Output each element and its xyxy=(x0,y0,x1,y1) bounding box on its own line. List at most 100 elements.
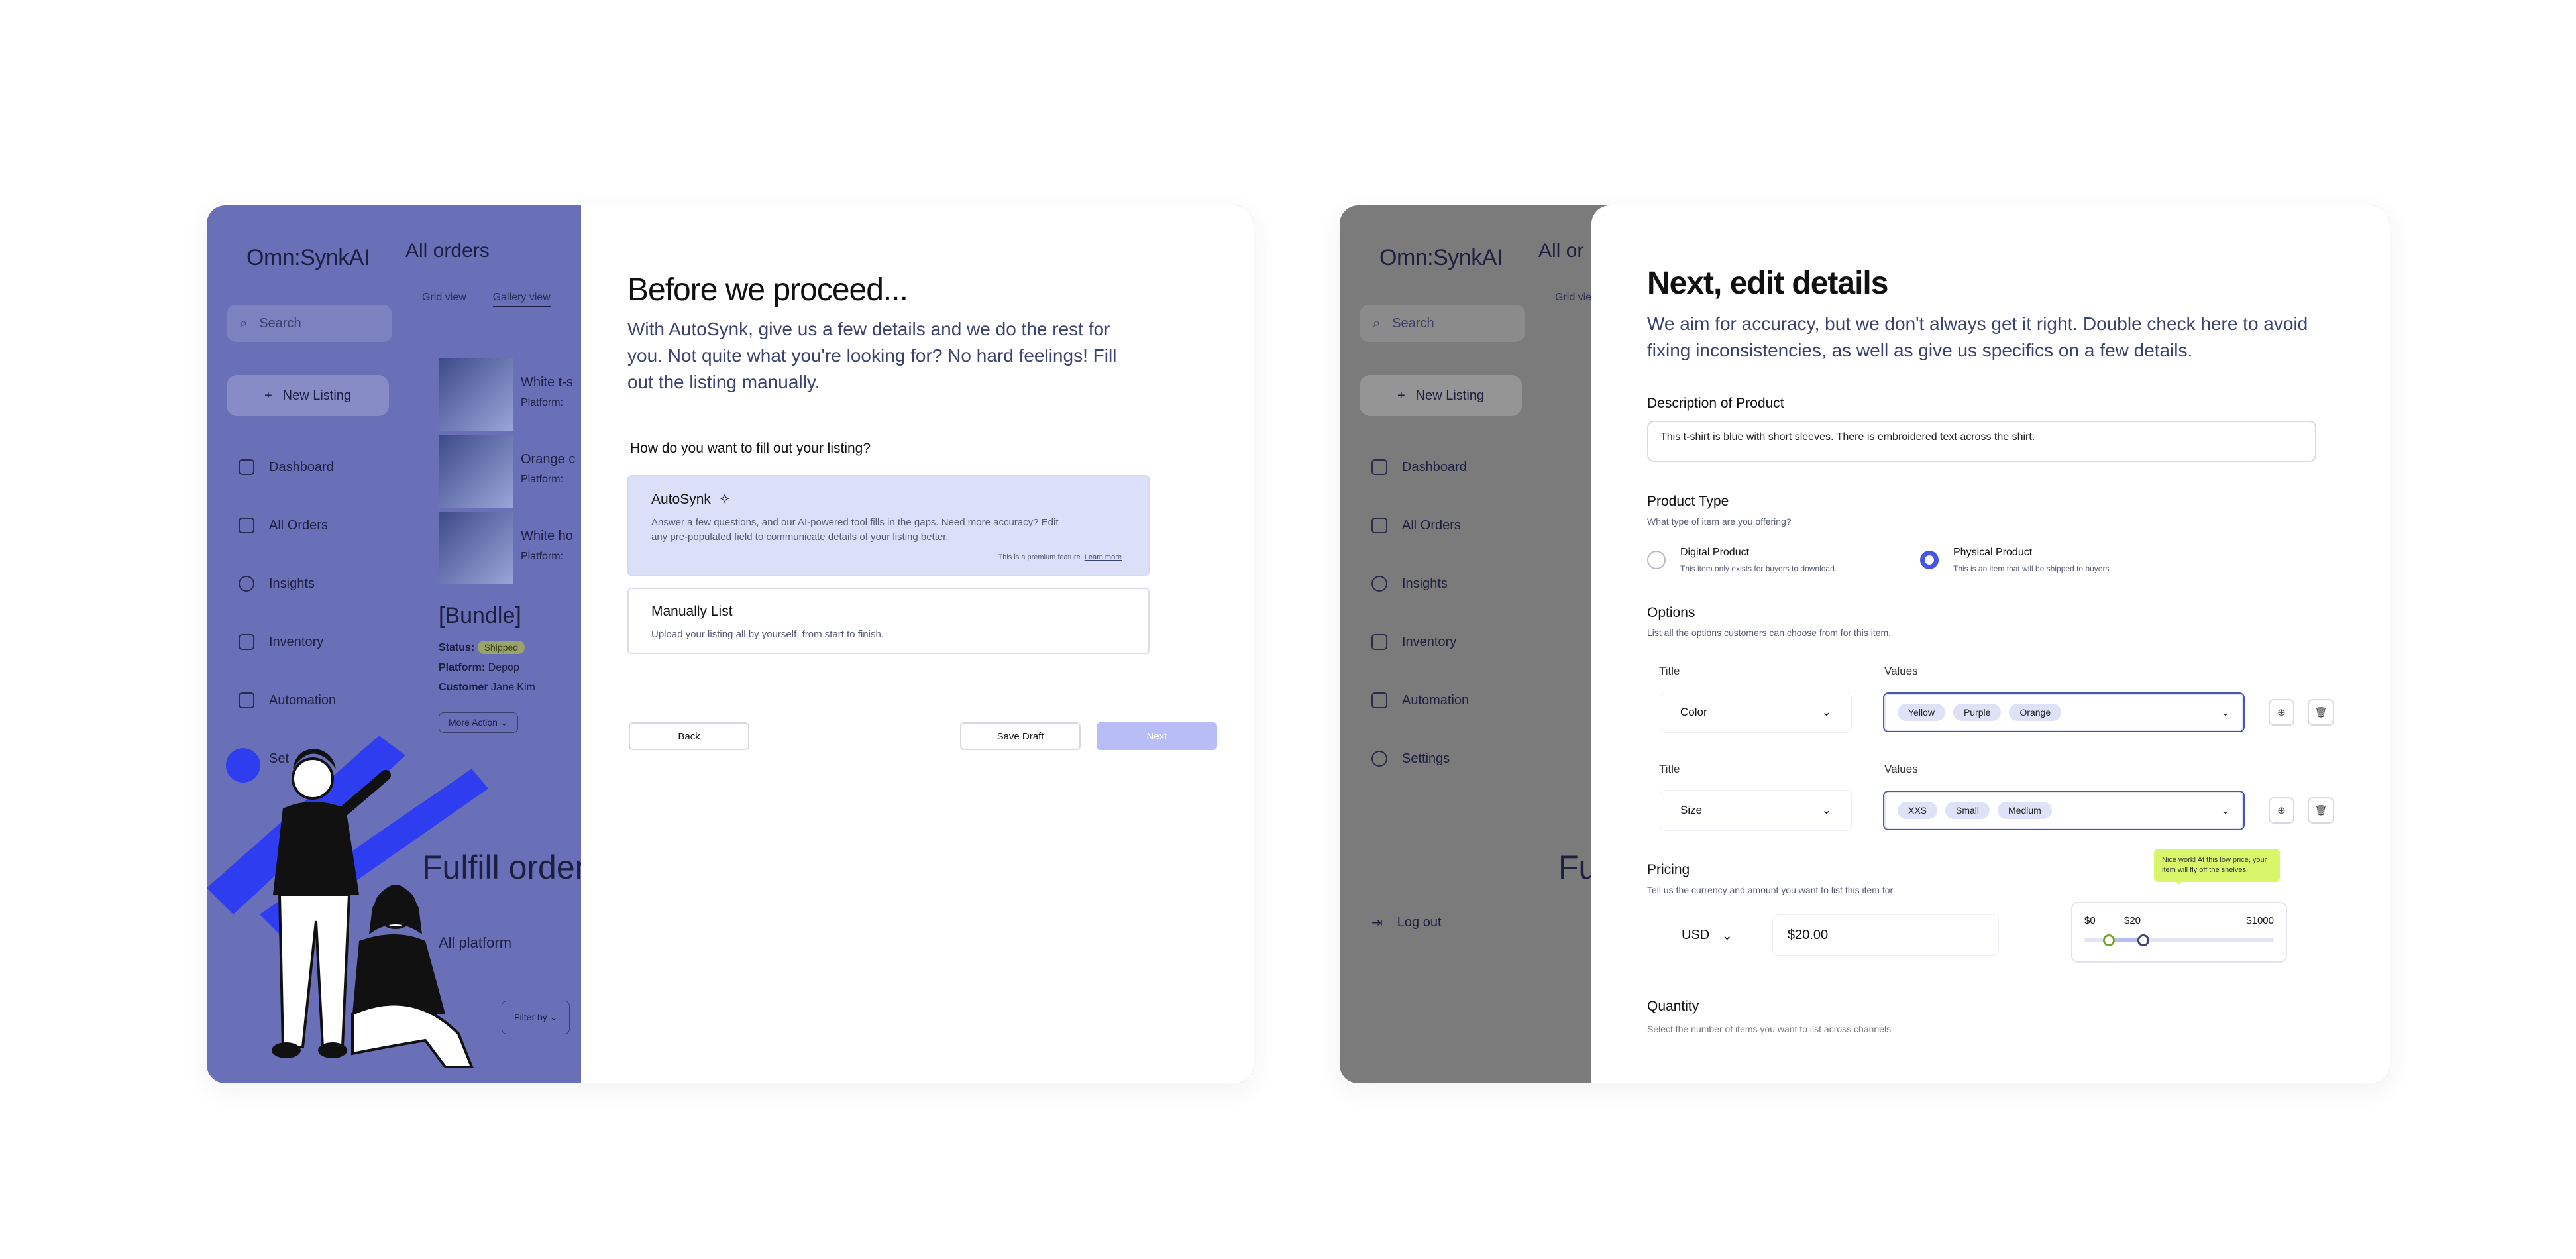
slider-handle-low[interactable] xyxy=(2103,934,2116,946)
sidebar-item-inventory[interactable]: Inventory xyxy=(239,632,336,652)
learn-more-link[interactable]: Learn more xyxy=(1085,553,1122,561)
next-button[interactable]: Next xyxy=(1097,722,1217,750)
column-label: Values xyxy=(1884,763,1918,775)
search-input[interactable]: ⌕ Search xyxy=(227,305,392,342)
customer-value: Jane Kim xyxy=(491,682,535,693)
new-listing-button[interactable]: + New Listing xyxy=(227,375,389,416)
description-input[interactable]: This t-shirt is blue with short sleeves.… xyxy=(1647,421,2316,462)
option-values-select[interactable]: XXS Small Medium ⌄ xyxy=(1883,791,2245,830)
sidebar-item-label: Inventory xyxy=(269,634,324,649)
value-chip[interactable]: Purple xyxy=(1953,704,2002,721)
delete-option-button[interactable]: 🗑 xyxy=(2308,797,2334,824)
background-app: Omn:SynkAI All orders Grid view Gallery … xyxy=(207,205,604,1083)
status-label: Status: xyxy=(439,642,475,653)
status-badge: Shipped xyxy=(477,641,525,654)
tab-gallery-view[interactable]: Gallery view xyxy=(492,292,551,307)
tab-grid-view[interactable]: Grid vie xyxy=(1555,292,1591,303)
radio-physical-product[interactable]: Physical Product This is an item that wil… xyxy=(1920,547,2193,573)
sidebar-item-label: Settings xyxy=(1402,751,1450,766)
search-icon: ⌕ xyxy=(1373,315,1381,331)
section-title: Product Type xyxy=(1647,494,1729,509)
new-listing-label: New Listing xyxy=(1415,388,1485,403)
value-chip[interactable]: Yellow xyxy=(1898,704,1945,721)
delete-option-button[interactable]: 🗑 xyxy=(2308,699,2334,726)
manual-list-option[interactable]: Manually List Upload your listing all by… xyxy=(627,588,1150,654)
sidebar-item-insights[interactable]: Insights xyxy=(239,574,336,594)
option-description: Upload your listing all by yourself, fro… xyxy=(651,629,884,640)
house-icon xyxy=(1371,459,1387,475)
save-draft-button[interactable]: Save Draft xyxy=(960,722,1081,750)
product-type-radios: Digital Product This item only exists for… xyxy=(1647,547,2334,573)
radio-help: This is an item that will be shipped to … xyxy=(1953,564,2112,573)
legs-shape xyxy=(278,893,351,1048)
monitor-icon xyxy=(239,692,254,708)
add-option-button[interactable]: ⊕ xyxy=(2268,797,2295,824)
product-thumbnail xyxy=(439,512,513,584)
value-chip[interactable]: XXS xyxy=(1898,802,1938,819)
value-chip[interactable]: Medium xyxy=(1998,802,2052,819)
sidebar-item-automation[interactable]: Automation xyxy=(1371,690,1469,710)
column-label: Title xyxy=(1659,665,1680,677)
new-listing-button[interactable]: + New Listing xyxy=(1360,375,1522,416)
pricing-section: Pricing Tell us the currency and amount … xyxy=(1647,849,2334,963)
search-placeholder: Search xyxy=(1392,315,1434,331)
item-platform: Platform: xyxy=(521,397,564,408)
value-chip[interactable]: Orange xyxy=(2009,704,2062,721)
slider-handle-high[interactable] xyxy=(2137,934,2149,946)
option-title-select[interactable]: Size ⌄ xyxy=(1660,791,1851,830)
slider-track[interactable] xyxy=(2084,934,2274,946)
search-icon: ⌕ xyxy=(240,315,248,331)
search-placeholder: Search xyxy=(259,315,301,331)
price-input[interactable]: $20.00 xyxy=(1773,915,1998,955)
radio-button[interactable] xyxy=(1920,551,1939,569)
gallery-list: White t-s Platform: Orange c Platform: Whi… xyxy=(439,358,575,588)
add-option-button[interactable]: ⊕ xyxy=(2268,699,2295,726)
sidebar-item-settings[interactable]: Settings xyxy=(1371,749,1469,769)
quantity-help: Select the number of items you want to l… xyxy=(1647,1024,1892,1034)
product-thumbnail xyxy=(439,435,513,508)
blue-dot xyxy=(226,748,260,783)
chevron-down-icon: ⌄ xyxy=(2221,707,2230,718)
radio-label: Physical Product xyxy=(1953,547,2033,558)
tab-grid-view[interactable]: Grid view xyxy=(422,292,466,307)
bundle-title: [Bundle] xyxy=(439,603,521,628)
radio-help: This item only exists for buyers to down… xyxy=(1680,564,1837,573)
back-button[interactable]: Back xyxy=(629,722,749,750)
currency-select[interactable]: USD ⌄ xyxy=(1667,915,1760,955)
sidebar-item-dashboard[interactable]: Dashboard xyxy=(1371,457,1469,477)
sidebar-item-insights[interactable]: Insights xyxy=(1371,574,1469,594)
section-title: Description of Product xyxy=(1647,396,1784,411)
option-title: Manually List xyxy=(651,604,733,619)
select-value: USD xyxy=(1682,927,1710,942)
monitor-icon xyxy=(1371,692,1387,708)
modal-subtitle: With AutoSynk, give us a few details and… xyxy=(627,319,1117,392)
sidebar-item-all-orders[interactable]: All Orders xyxy=(239,516,336,535)
sidebar-item-inventory[interactable]: Inventory xyxy=(1371,632,1469,652)
radio-digital-product[interactable]: Digital Product This item only exists for… xyxy=(1647,547,1920,573)
slider-value-label: $20 xyxy=(2124,915,2141,926)
pie-chart-icon xyxy=(239,576,254,592)
list-item[interactable]: White t-s Platform: xyxy=(439,358,575,431)
sidebar-item-label: Automation xyxy=(269,692,337,708)
option-values-select[interactable]: Yellow Purple Orange ⌄ xyxy=(1883,692,2245,732)
sidebar-nav: Dashboard All Orders Insights Inventory … xyxy=(1371,457,1469,769)
sidebar-item-automation[interactable]: Automation xyxy=(239,690,336,710)
logout-button[interactable]: ⇥ Log out xyxy=(1371,914,1442,931)
autosynk-option[interactable]: AutoSynk ✧ Answer a few questions, and ou… xyxy=(627,475,1150,576)
modal-title: Before we proceed... xyxy=(627,272,908,307)
list-item[interactable]: White ho Platform: xyxy=(439,512,575,584)
sidebar-item-dashboard[interactable]: Dashboard xyxy=(239,457,336,477)
option-column-labels: Title Values xyxy=(1647,665,2334,678)
sidebar-item-label: Inventory xyxy=(1402,634,1457,649)
value-chip[interactable]: Small xyxy=(1945,802,1990,819)
logout-icon: ⇥ xyxy=(1371,916,1383,930)
legs-shape xyxy=(351,1003,474,1068)
trash-icon: 🗑 xyxy=(2314,707,2328,718)
radio-button[interactable] xyxy=(1647,551,1666,569)
option-row-size: Size ⌄ XXS Small Medium ⌄ ⊕ 🗑 xyxy=(1647,791,2334,830)
list-item[interactable]: Orange c Platform: xyxy=(439,435,575,508)
price-tooltip: Nice work! At this low price, your item … xyxy=(2154,849,2280,885)
sidebar-item-all-orders[interactable]: All Orders xyxy=(1371,516,1469,535)
option-title-select[interactable]: Color ⌄ xyxy=(1660,692,1851,732)
search-input[interactable]: ⌕ Search xyxy=(1360,305,1525,342)
